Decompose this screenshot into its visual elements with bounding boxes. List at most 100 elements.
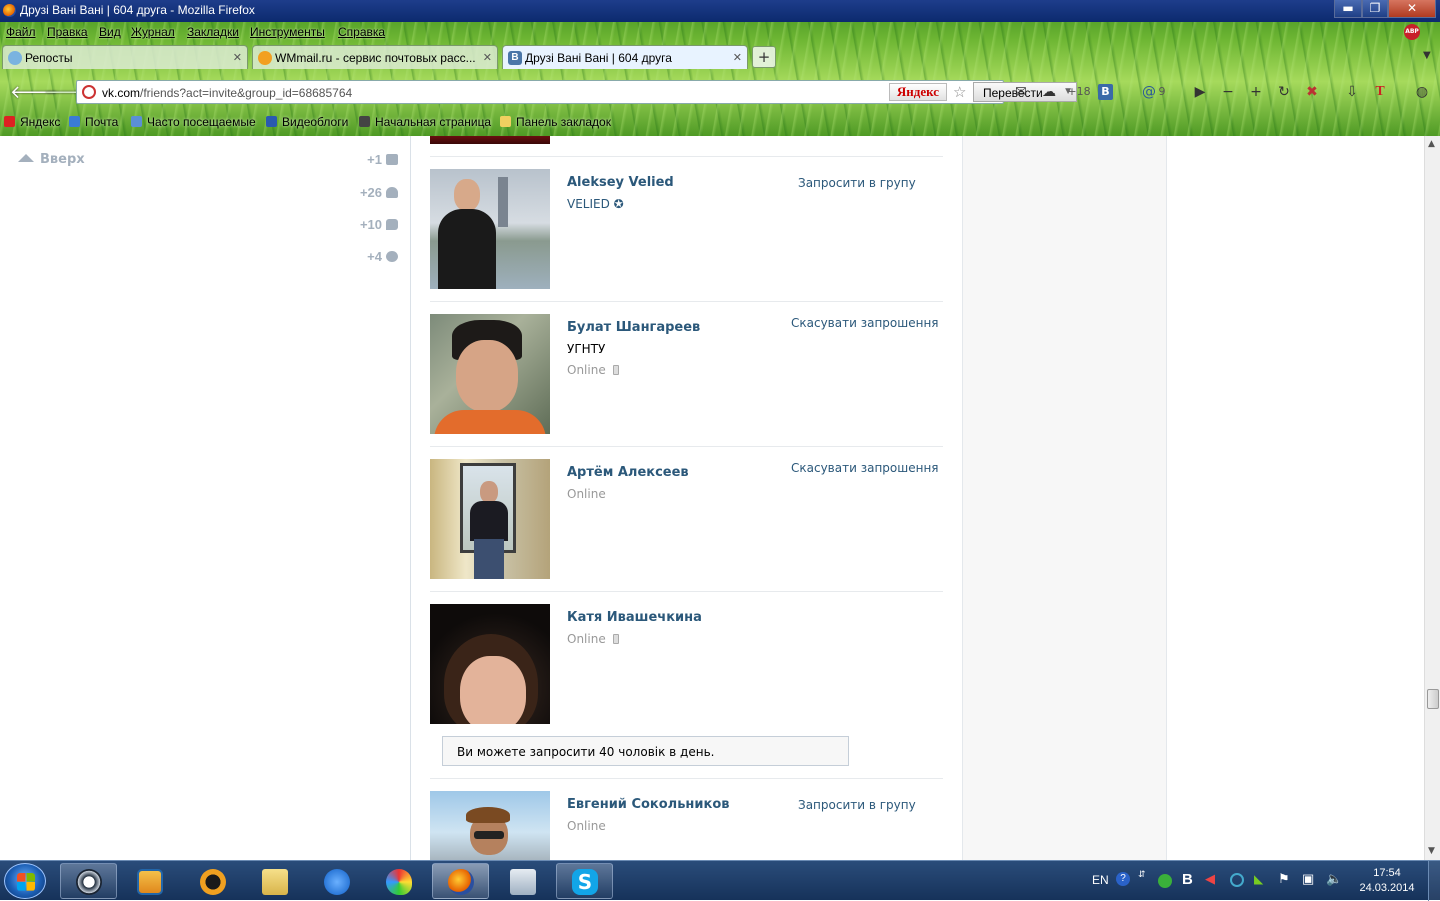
download-icon[interactable]: ⇩ bbox=[1343, 84, 1361, 100]
taskbar-app-paint[interactable] bbox=[370, 863, 427, 899]
menu-history[interactable]: Журнал bbox=[131, 25, 175, 39]
vk-toolbar-icon[interactable]: В bbox=[1098, 84, 1113, 100]
friend-name[interactable]: Катя Ивашечкина bbox=[567, 610, 702, 625]
menu-tools[interactable]: Инструменты bbox=[250, 25, 325, 39]
folder-icon bbox=[500, 116, 511, 127]
friend-photo[interactable] bbox=[430, 604, 550, 724]
tab-close-icon[interactable]: ✕ bbox=[483, 51, 492, 64]
counter-messages[interactable]: +1 bbox=[367, 152, 398, 167]
friend-photo[interactable] bbox=[430, 169, 550, 289]
yandex-search-logo[interactable]: Яндекс bbox=[889, 83, 947, 101]
friends-list: Aleksey Velied VELIED ✪ Запросити в груп… bbox=[412, 136, 961, 860]
show-desktop-button[interactable] bbox=[1428, 861, 1440, 901]
invite-to-group-link[interactable]: Запросити в групу bbox=[798, 176, 916, 190]
firefox-app-icon bbox=[448, 869, 474, 895]
scroll-up-arrow-icon[interactable]: ▲ bbox=[1428, 139, 1435, 149]
start-button[interactable] bbox=[4, 863, 46, 899]
globe-icon[interactable]: ◍ bbox=[1413, 84, 1431, 100]
cancel-invitation-link[interactable]: Скасувати запрошення bbox=[791, 316, 939, 330]
zoom-in-icon[interactable]: + bbox=[1247, 84, 1265, 100]
mail-count[interactable]: 9 bbox=[1156, 84, 1168, 100]
tray-circle-icon[interactable] bbox=[1230, 873, 1244, 887]
cancel-invitation-link[interactable]: Скасувати запрошення bbox=[791, 461, 939, 475]
bookmark-toolbar-folder[interactable]: Панель закладок bbox=[500, 115, 611, 129]
bookmark-most-visited[interactable]: Часто посещаемые bbox=[131, 115, 256, 129]
friend-photo[interactable] bbox=[430, 791, 550, 860]
volume-red-icon[interactable]: ◀ bbox=[1205, 871, 1215, 887]
url-text[interactable]: vk.com/friends?act=invite&group_id=68685… bbox=[102, 86, 352, 100]
speaker-icon[interactable]: 🔈 bbox=[1326, 871, 1342, 887]
menu-bookmarks[interactable]: Закладки bbox=[187, 25, 239, 39]
menu-help[interactable]: Справка bbox=[338, 25, 385, 39]
nvidia-icon[interactable]: ◣ bbox=[1254, 872, 1263, 886]
counter-value: +4 bbox=[367, 249, 382, 264]
site-identity-icon[interactable] bbox=[82, 85, 96, 99]
taskbar-app-skype[interactable]: S bbox=[556, 863, 613, 899]
tab-wmmail[interactable]: WMmail.ru - сервис почтовых расс... ✕ bbox=[252, 45, 498, 69]
menu-edit[interactable]: Правка bbox=[47, 25, 88, 39]
taskbar-app-lightning[interactable] bbox=[308, 863, 365, 899]
menu-file[interactable]: Файл bbox=[6, 25, 36, 39]
tab-vk-friends[interactable]: В Друзі Вані Вані | 604 друга ✕ bbox=[502, 45, 748, 69]
vk-icon: В bbox=[508, 51, 522, 65]
friend-name[interactable]: Артём Алексеев bbox=[567, 465, 689, 480]
network-icon[interactable]: ▣ bbox=[1302, 871, 1314, 887]
photo-tower bbox=[498, 177, 508, 227]
counter-friends[interactable]: +26 bbox=[360, 185, 398, 200]
bookmark-star-icon[interactable]: ☆ bbox=[953, 83, 966, 101]
zoom-out-icon[interactable]: − bbox=[1219, 84, 1237, 100]
friend-group[interactable]: VELIED ✪ bbox=[567, 197, 624, 211]
friend-photo[interactable] bbox=[430, 314, 550, 434]
tab-close-icon[interactable]: ✕ bbox=[733, 51, 742, 64]
counter-settings[interactable]: +4 bbox=[367, 249, 398, 264]
taskbar-app-firefox[interactable] bbox=[432, 863, 489, 899]
counter-comments[interactable]: +10 bbox=[360, 217, 398, 232]
scroll-down-arrow-icon[interactable]: ▼ bbox=[1428, 846, 1435, 856]
friend-photo[interactable] bbox=[430, 136, 550, 144]
counter-value: +26 bbox=[359, 185, 382, 200]
vk-tray-icon[interactable]: B bbox=[1182, 871, 1193, 888]
bookmark-videoblogs[interactable]: Видеоблоги bbox=[266, 115, 348, 129]
scroll-up-link[interactable]: Вверх bbox=[18, 152, 85, 167]
friend-name[interactable]: Булат Шангареев bbox=[567, 320, 700, 335]
taskbar-app-media[interactable] bbox=[121, 863, 178, 899]
language-indicator[interactable]: EN bbox=[1092, 873, 1109, 887]
mail-toolbar-icon[interactable]: ✉ bbox=[1012, 84, 1030, 100]
taskbar-app-aimp[interactable] bbox=[184, 863, 241, 899]
close-window-button[interactable]: ✕ bbox=[1388, 0, 1436, 18]
weather-cloud-icon[interactable]: ☁ bbox=[1040, 84, 1058, 100]
windows-taskbar: S EN ? ⇵ B ◀ ◣ ⚑ ▣ 🔈 17:54 24.03.2014 bbox=[0, 860, 1440, 901]
taskbar-app-globe[interactable] bbox=[60, 863, 117, 899]
clock[interactable]: 17:54 24.03.2014 bbox=[1355, 866, 1419, 896]
friend-name[interactable]: Евгений Сокольников bbox=[567, 797, 729, 812]
minimize-button[interactable]: ▬ bbox=[1334, 0, 1362, 18]
stop-icon[interactable]: ✖ bbox=[1303, 84, 1321, 100]
taskbar-app-calculator[interactable] bbox=[494, 863, 551, 899]
tab-list-icon[interactable]: ▼ bbox=[1423, 50, 1431, 61]
tab-reposts[interactable]: Репосты ✕ bbox=[2, 45, 248, 69]
new-tab-button[interactable]: + bbox=[752, 46, 776, 68]
friend-photo[interactable] bbox=[430, 459, 550, 579]
adblock-icon[interactable]: ABP bbox=[1404, 24, 1420, 40]
reload-icon[interactable]: ↻ bbox=[1275, 84, 1293, 100]
bookmark-start-page[interactable]: Начальная страница bbox=[359, 115, 491, 129]
weather-temp[interactable]: +18 bbox=[1066, 84, 1092, 100]
page-scrollbar[interactable]: ▲ ▼ bbox=[1424, 136, 1440, 860]
help-icon[interactable]: ? bbox=[1116, 872, 1130, 886]
address-bar[interactable]: vk.com/friends?act=invite&group_id=68685… bbox=[76, 80, 1077, 104]
scroll-thumb[interactable] bbox=[1427, 689, 1439, 709]
maximize-button[interactable]: ❐ bbox=[1362, 0, 1388, 18]
menu-view[interactable]: Вид bbox=[99, 25, 121, 39]
status-label: Online bbox=[567, 632, 606, 646]
invite-to-group-link[interactable]: Запросити в групу bbox=[798, 798, 916, 812]
tab-close-icon[interactable]: ✕ bbox=[233, 51, 242, 64]
friend-name[interactable]: Aleksey Velied bbox=[567, 175, 674, 190]
tray-green-icon[interactable] bbox=[1158, 874, 1172, 888]
bookmark-mail[interactable]: Почта bbox=[69, 115, 118, 129]
flag-icon[interactable]: ⚑ bbox=[1278, 871, 1290, 887]
keyboard-icon[interactable]: ⇵ bbox=[1138, 869, 1146, 880]
bookmark-yandex[interactable]: Яндекс bbox=[4, 115, 60, 129]
taskbar-app-explorer[interactable] bbox=[246, 863, 303, 899]
font-t-icon[interactable]: T bbox=[1371, 84, 1389, 100]
play-icon[interactable]: ▶ bbox=[1191, 84, 1209, 100]
